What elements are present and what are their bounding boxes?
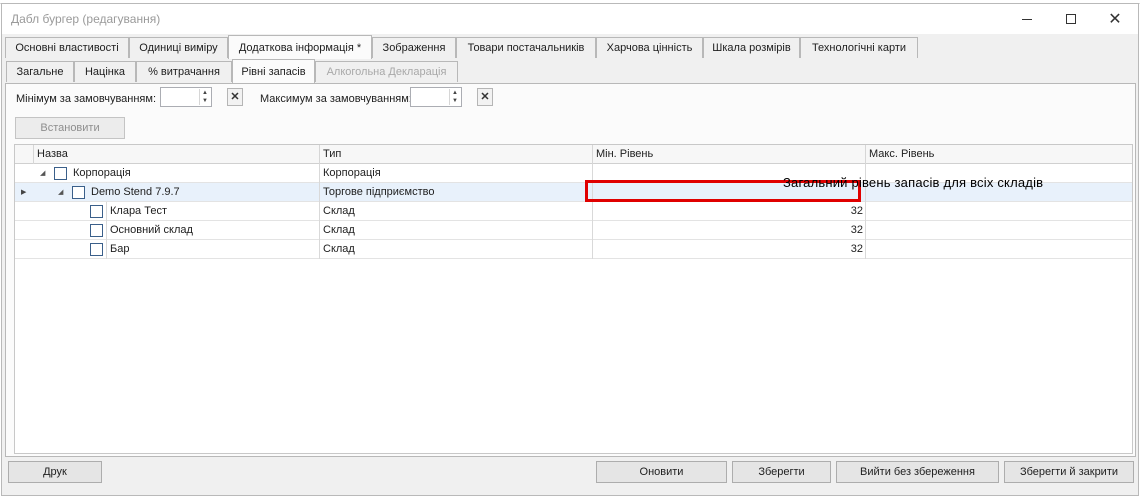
grid-header: Назва Тип Мін. Рівень Макс. Рівень bbox=[15, 145, 1132, 164]
column-divider bbox=[319, 202, 320, 221]
tab-stock-levels[interactable]: Рівні запасів bbox=[232, 59, 315, 83]
close-button[interactable]: ✕ bbox=[1092, 6, 1138, 32]
cell-type: Склад bbox=[323, 224, 355, 236]
spin-up-icon[interactable]: ▲ bbox=[450, 89, 460, 97]
column-header-min-level[interactable]: Мін. Рівень bbox=[592, 145, 865, 164]
min-default-spinner[interactable]: ▲ ▼ bbox=[160, 87, 212, 107]
close-icon: ✕ bbox=[1108, 11, 1122, 28]
minimize-button[interactable] bbox=[1004, 6, 1050, 32]
exit-without-saving-button[interactable]: Вийти без збереження bbox=[836, 461, 999, 483]
cell-max-level[interactable] bbox=[868, 221, 1130, 240]
table-row[interactable]: Клара Тест Склад 32 bbox=[15, 202, 1132, 221]
column-divider bbox=[106, 202, 107, 221]
cell-type: Склад bbox=[323, 205, 355, 217]
cell-min-level[interactable]: 32 bbox=[595, 221, 863, 240]
column-header-name[interactable]: Назва bbox=[33, 145, 319, 164]
stock-levels-grid: Назва Тип Мін. Рівень Макс. Рівень ◢ Кор… bbox=[14, 144, 1133, 454]
column-divider bbox=[865, 221, 866, 240]
column-divider bbox=[592, 240, 593, 259]
column-divider bbox=[865, 202, 866, 221]
cell-name: Клара Тест bbox=[110, 205, 167, 217]
min-default-label: Мінімум за замовчуванням: bbox=[16, 93, 157, 105]
edit-dialog: Дабл бургер (редагування) ✕ Основні влас… bbox=[1, 3, 1139, 496]
column-divider bbox=[319, 221, 320, 240]
spin-down-icon[interactable]: ▼ bbox=[200, 97, 210, 105]
column-divider bbox=[106, 221, 107, 240]
maximize-button[interactable] bbox=[1048, 6, 1094, 32]
title-bar: Дабл бургер (редагування) ✕ bbox=[2, 4, 1138, 34]
print-button[interactable]: Друк bbox=[8, 461, 102, 483]
tab-nutrition[interactable]: Харчова цінність bbox=[596, 37, 703, 58]
tab-markup[interactable]: Націнка bbox=[74, 61, 136, 82]
maximize-icon bbox=[1066, 14, 1076, 24]
tab-main-properties[interactable]: Основні властивості bbox=[5, 37, 129, 58]
clear-max-button[interactable]: ✕ bbox=[477, 88, 493, 106]
cell-name: Корпорація bbox=[73, 167, 131, 179]
cell-max-level[interactable] bbox=[868, 202, 1130, 221]
column-header-type[interactable]: Тип bbox=[319, 145, 592, 164]
row-checkbox[interactable] bbox=[90, 243, 103, 256]
max-spinner-arrows[interactable]: ▲ ▼ bbox=[449, 89, 460, 105]
column-divider bbox=[106, 240, 107, 259]
sub-tab-strip: Загальне Націнка % витрачання Рівні запа… bbox=[2, 59, 1138, 83]
save-and-close-button[interactable]: Зберегти й закрити bbox=[1004, 461, 1134, 483]
max-default-spinner[interactable]: ▲ ▼ bbox=[410, 87, 462, 107]
column-divider bbox=[319, 164, 320, 183]
clear-min-button[interactable]: ✕ bbox=[227, 88, 243, 106]
tab-consumption[interactable]: % витрачання bbox=[136, 61, 232, 82]
cell-name: Основний склад bbox=[110, 224, 193, 236]
spin-up-icon[interactable]: ▲ bbox=[200, 89, 210, 97]
annotation-text: Загальний рівень запасів для всіх складі… bbox=[783, 175, 1044, 190]
collapse-arrow-icon[interactable]: ◢ bbox=[58, 183, 63, 202]
spin-down-icon[interactable]: ▼ bbox=[450, 97, 460, 105]
cell-max-level[interactable] bbox=[868, 240, 1130, 259]
cell-min-level[interactable]: 32 bbox=[595, 202, 863, 221]
minimize-icon bbox=[1022, 18, 1032, 20]
column-divider bbox=[319, 183, 320, 202]
cell-type: Корпорація bbox=[323, 167, 381, 179]
tab-supplier-goods[interactable]: Товари постачальників bbox=[456, 37, 596, 58]
main-tab-strip: Основні властивості Одиниці виміру Додат… bbox=[2, 35, 1138, 59]
tab-units[interactable]: Одиниці виміру bbox=[129, 37, 228, 58]
column-divider bbox=[592, 221, 593, 240]
tab-alcohol-declaration: Алкогольна Декларація bbox=[315, 61, 458, 82]
max-default-label: Максимум за замовчуванням: bbox=[260, 93, 412, 105]
column-header-max-level[interactable]: Макс. Рівень bbox=[865, 145, 1133, 164]
tab-tech-cards[interactable]: Технологічні карти bbox=[800, 37, 918, 58]
tab-images[interactable]: Зображення bbox=[372, 37, 456, 58]
column-divider bbox=[865, 240, 866, 259]
row-checkbox[interactable] bbox=[54, 167, 67, 180]
tab-size-scale[interactable]: Шкала розмірів bbox=[703, 37, 800, 58]
tab-additional-info[interactable]: Додаткова інформація * bbox=[228, 35, 372, 59]
column-divider bbox=[319, 240, 320, 259]
apply-button[interactable]: Встановити bbox=[15, 117, 125, 139]
row-indicator-icon: ▶ bbox=[21, 189, 27, 196]
cell-min-level[interactable]: 32 bbox=[595, 240, 863, 259]
row-checkbox[interactable] bbox=[90, 205, 103, 218]
tab-general[interactable]: Загальне bbox=[6, 61, 74, 82]
cell-name: Бар bbox=[110, 243, 130, 255]
table-row[interactable]: Основний склад Склад 32 bbox=[15, 221, 1132, 240]
cell-name: Demo Stend 7.9.7 bbox=[91, 186, 180, 198]
window-title: Дабл бургер (редагування) bbox=[11, 12, 161, 26]
cell-type: Торгове підприємство bbox=[323, 186, 435, 198]
collapse-arrow-icon[interactable]: ◢ bbox=[40, 164, 45, 183]
cell-type: Склад bbox=[323, 243, 355, 255]
min-spinner-arrows[interactable]: ▲ ▼ bbox=[199, 89, 210, 105]
column-divider bbox=[592, 202, 593, 221]
row-checkbox[interactable] bbox=[90, 224, 103, 237]
row-checkbox[interactable] bbox=[72, 186, 85, 199]
stock-levels-panel: Мінімум за замовчуванням: ▲ ▼ ✕ Максимум… bbox=[5, 83, 1136, 457]
table-row[interactable]: Бар Склад 32 bbox=[15, 240, 1132, 259]
save-button[interactable]: Зберегти bbox=[732, 461, 831, 483]
refresh-button[interactable]: Оновити bbox=[596, 461, 727, 483]
